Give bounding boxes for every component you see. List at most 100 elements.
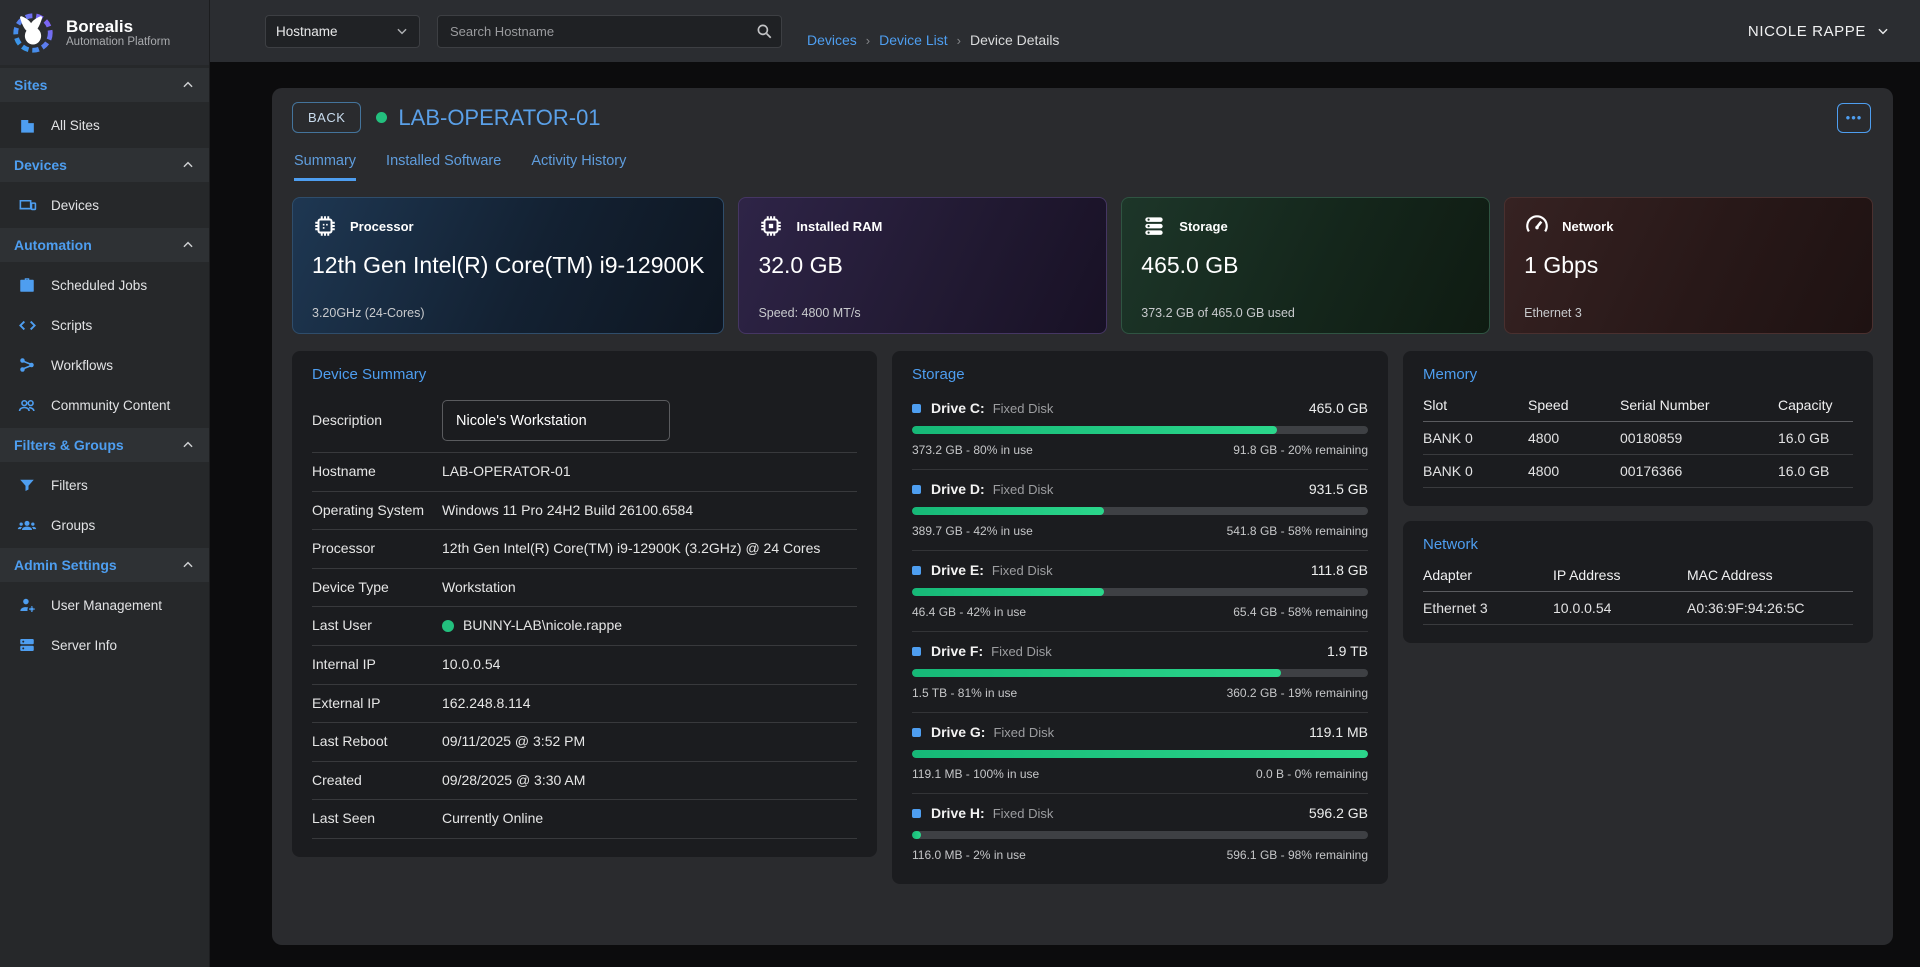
- row-label: Internal IP: [312, 656, 442, 674]
- row-label: Last Reboot: [312, 733, 442, 751]
- summary-row: Last Seen Currently Online: [312, 800, 857, 839]
- column-header: Speed: [1528, 397, 1620, 413]
- column-header: Capacity: [1778, 397, 1853, 413]
- device-summary-rows: Hostname LAB-OPERATOR-01 Operating Syste…: [312, 453, 857, 839]
- breadcrumb: Devices › Device List › Device Details: [807, 32, 1059, 48]
- hostname-filter-select[interactable]: Hostname: [265, 15, 420, 48]
- row-value: 09/11/2025 @ 3:52 PM: [442, 732, 585, 752]
- drive-usage-bar: [912, 831, 1368, 839]
- row-value: BUNNY-LAB\nicole.rappe: [463, 616, 622, 636]
- card-detail: 3.20GHz (24-Cores): [312, 306, 704, 320]
- hostname-filter-value: Hostname: [276, 24, 338, 39]
- tab-bar: Summary Installed Software Activity Hist…: [294, 153, 1873, 181]
- card-label: Storage: [1179, 219, 1227, 234]
- drive-usage-bar: [912, 507, 1368, 515]
- cell-slot: BANK 0: [1423, 463, 1528, 479]
- description-input[interactable]: [442, 400, 670, 441]
- search-icon[interactable]: [755, 22, 773, 40]
- drive-bullet-icon: [912, 566, 921, 575]
- back-button[interactable]: BACK: [292, 102, 361, 133]
- drive-remaining-text: 65.4 GB - 58% remaining: [1233, 605, 1368, 619]
- sidebar-item-label: Workflows: [51, 358, 113, 373]
- sidebar-section-filters-groups[interactable]: Filters & Groups: [0, 428, 209, 462]
- drive-type: Fixed Disk: [993, 401, 1054, 416]
- cell-speed: 4800: [1528, 463, 1620, 479]
- panel-title: Storage: [912, 366, 1368, 383]
- drive-used-text: 116.0 MB - 2% in use: [912, 848, 1026, 862]
- panel-title: Network: [1423, 536, 1853, 553]
- memory-table-body: BANK 0 4800 00180859 16.0 GB BANK 0 4800: [1423, 422, 1853, 488]
- devices-icon: [17, 195, 37, 215]
- storage-panel: Storage Drive C: Fixed Disk 465.0 GB: [892, 351, 1388, 884]
- workflow-icon: [17, 355, 37, 375]
- sidebar-item-label: Community Content: [51, 398, 170, 413]
- sidebar-item-community-content[interactable]: Community Content: [0, 385, 209, 425]
- chevron-up-icon: [181, 158, 195, 172]
- drive-used-text: 119.1 MB - 100% in use: [912, 767, 1039, 781]
- cell-capacity: 16.0 GB: [1778, 463, 1853, 479]
- cell-capacity: 16.0 GB: [1778, 430, 1853, 446]
- breadcrumb-separator: ›: [866, 33, 870, 48]
- drive-usage-bar: [912, 669, 1368, 677]
- more-options-button[interactable]: •••: [1837, 103, 1871, 133]
- drive-item: Drive F: Fixed Disk 1.9 TB 1.5 TB - 81% …: [912, 632, 1368, 713]
- sidebar-section-admin-settings[interactable]: Admin Settings: [0, 548, 209, 582]
- drive-type: Fixed Disk: [991, 644, 1052, 659]
- search-input[interactable]: [437, 15, 782, 48]
- card-value: 32.0 GB: [758, 252, 1087, 279]
- section-title: Automation: [14, 237, 92, 253]
- network-card: Network 1 Gbps Ethernet 3: [1504, 197, 1873, 334]
- drive-usage-fill: [912, 588, 1104, 596]
- app-subtitle: Automation Platform: [66, 36, 170, 48]
- user-menu[interactable]: NICOLE RAPPE: [1748, 23, 1890, 40]
- sidebar-item-user-management[interactable]: User Management: [0, 585, 209, 625]
- sidebar-item-server-info[interactable]: Server Info: [0, 625, 209, 665]
- drive-usage-fill: [912, 750, 1368, 758]
- sidebar-section-devices[interactable]: Devices: [0, 148, 209, 182]
- panel-title: Memory: [1423, 366, 1853, 383]
- drive-used-text: 46.4 GB - 42% in use: [912, 605, 1026, 619]
- breadcrumb-current: Device Details: [970, 32, 1059, 48]
- column-header: Adapter: [1423, 567, 1553, 583]
- drive-type: Fixed Disk: [993, 806, 1054, 821]
- page-title: LAB-OPERATOR-01: [398, 105, 600, 131]
- sidebar-item-scheduled-jobs[interactable]: Scheduled Jobs: [0, 265, 209, 305]
- summary-row: Last Reboot 09/11/2025 @ 3:52 PM: [312, 723, 857, 762]
- tab-summary[interactable]: Summary: [294, 153, 356, 181]
- sidebar-section-automation[interactable]: Automation: [0, 228, 209, 262]
- drive-type: Fixed Disk: [993, 725, 1054, 740]
- sidebar: Borealis Automation Platform Sites All S…: [0, 0, 210, 967]
- breadcrumb-device-list[interactable]: Device List: [879, 32, 947, 48]
- sidebar-item-filters[interactable]: Filters: [0, 465, 209, 505]
- building-icon: [17, 115, 37, 135]
- sidebar-section-sites[interactable]: Sites: [0, 68, 209, 102]
- network-table-body: Ethernet 3 10.0.0.54 A0:36:9F:94:26:5C: [1423, 592, 1853, 625]
- device-summary-panel: Device Summary Description Hostname: [292, 351, 877, 857]
- tab-installed-software[interactable]: Installed Software: [386, 153, 501, 181]
- sidebar-item-scripts[interactable]: Scripts: [0, 305, 209, 345]
- tab-activity-history[interactable]: Activity History: [531, 153, 626, 181]
- section-title: Sites: [14, 77, 47, 93]
- sidebar-item-label: Groups: [51, 518, 95, 533]
- column-header: Slot: [1423, 397, 1528, 413]
- drive-remaining-text: 541.8 GB - 58% remaining: [1227, 524, 1368, 538]
- sidebar-item-label: All Sites: [51, 118, 100, 133]
- online-status-dot: [376, 112, 387, 123]
- drive-usage-fill: [912, 426, 1277, 434]
- sidebar-item-all-sites[interactable]: All Sites: [0, 105, 209, 145]
- drive-bullet-icon: [912, 728, 921, 737]
- row-label: Operating System: [312, 502, 442, 520]
- summary-row: Internal IP 10.0.0.54: [312, 646, 857, 685]
- row-value: 09/28/2025 @ 3:30 AM: [442, 771, 585, 791]
- sidebar-item-workflows[interactable]: Workflows: [0, 345, 209, 385]
- storage-card: Storage 465.0 GB 373.2 GB of 465.0 GB us…: [1121, 197, 1490, 334]
- summary-row: External IP 162.248.8.114: [312, 685, 857, 724]
- card-value: 12th Gen Intel(R) Core(TM) i9-12900K: [312, 252, 704, 279]
- drive-usage-bar: [912, 750, 1368, 758]
- sidebar-item-devices[interactable]: Devices: [0, 185, 209, 225]
- row-value: 162.248.8.114: [442, 694, 531, 714]
- sidebar-item-groups[interactable]: Groups: [0, 505, 209, 545]
- sidebar-item-label: Devices: [51, 198, 99, 213]
- breadcrumb-devices[interactable]: Devices: [807, 32, 857, 48]
- row-label: External IP: [312, 695, 442, 713]
